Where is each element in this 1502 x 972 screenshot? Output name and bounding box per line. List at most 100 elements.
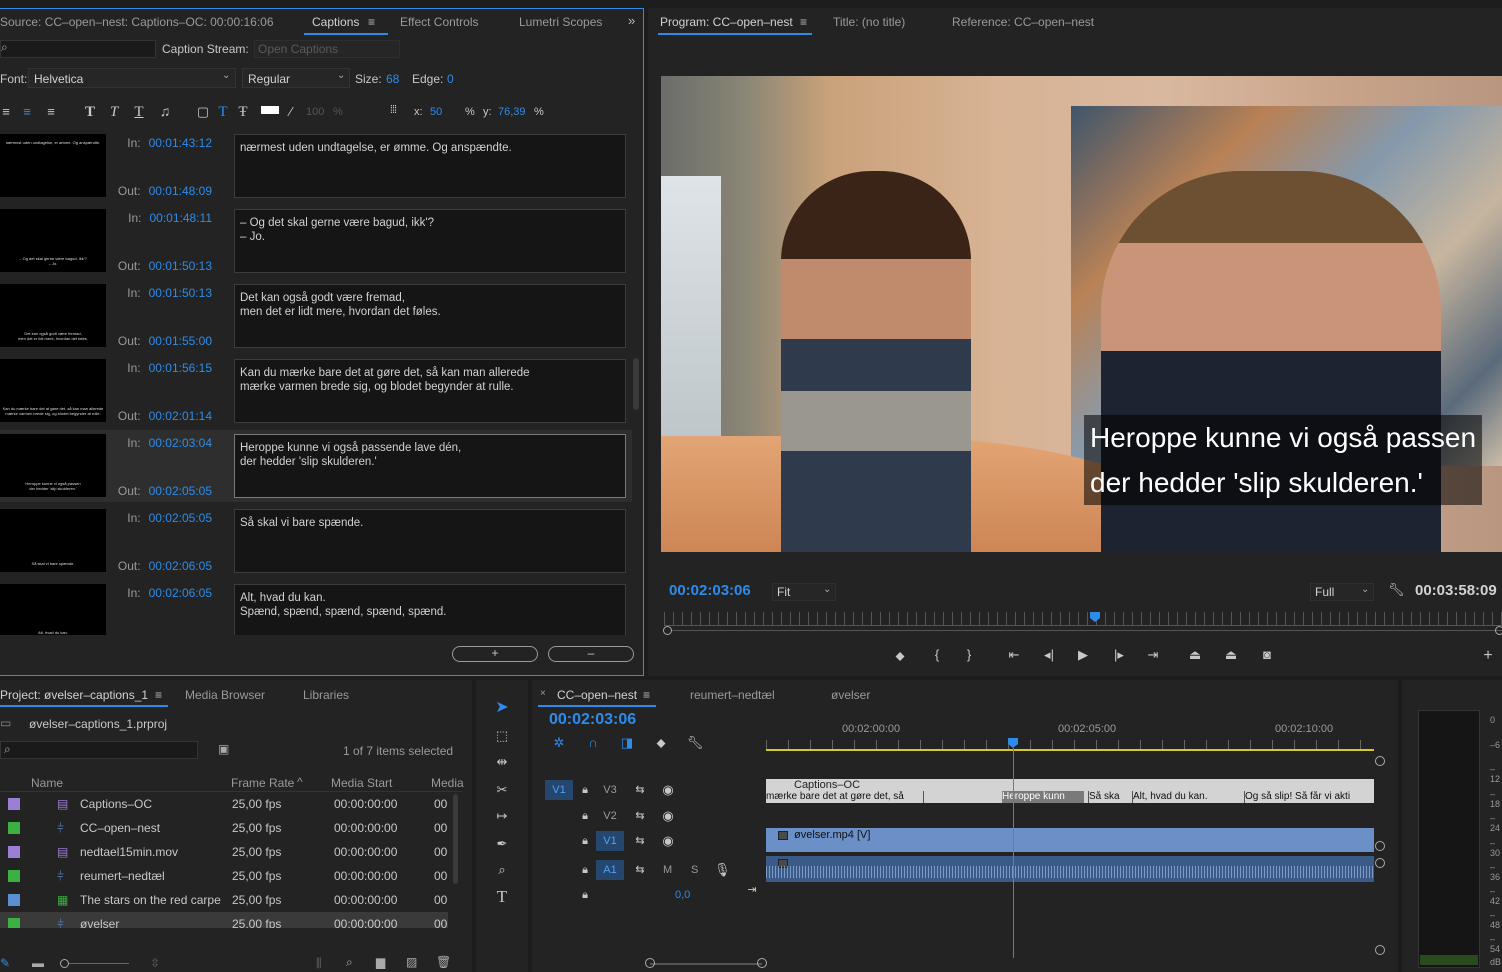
caption-segment[interactable]: Så ska bbox=[1088, 791, 1130, 803]
lock-icon[interactable]: 🔒︎ bbox=[578, 808, 592, 824]
position-grid-icon[interactable]: ⁞⁞⁞ bbox=[383, 102, 403, 118]
caption-text-field[interactable]: – Og det skal gerne være bagud, ikk'? – … bbox=[234, 209, 626, 273]
lock-icon[interactable]: 🔒︎ bbox=[578, 862, 592, 878]
tab-libraries[interactable]: Libraries bbox=[303, 688, 349, 702]
zoom-slider[interactable] bbox=[69, 963, 129, 964]
mark-in-icon[interactable]: { bbox=[926, 647, 948, 662]
label-color-swatch[interactable] bbox=[8, 822, 20, 834]
bold-icon[interactable]: T bbox=[82, 104, 98, 120]
italic-icon[interactable]: T bbox=[106, 104, 122, 120]
in-timecode[interactable]: 00:01:43:12 bbox=[149, 136, 212, 150]
monitor-ruler[interactable] bbox=[664, 612, 1502, 626]
pen-tool-icon[interactable]: ✒ bbox=[492, 836, 512, 852]
lock-icon[interactable]: 🔒︎ bbox=[578, 833, 592, 849]
eye-icon[interactable]: ◉ bbox=[660, 833, 676, 849]
new-item-icon[interactable]: ▨ bbox=[406, 955, 417, 969]
captions-menu-icon[interactable]: ≡ bbox=[368, 15, 375, 29]
horizontal-scroll-handle[interactable] bbox=[757, 958, 767, 968]
horizontal-scroll-handle[interactable] bbox=[645, 958, 655, 968]
caption-segment-selected[interactable]: Heroppe kunn bbox=[1002, 791, 1084, 803]
caption-segment[interactable]: mærke bare det at gøre det, så bbox=[766, 791, 924, 803]
opacity-value[interactable]: 100 bbox=[306, 106, 324, 118]
tab-source[interactable]: Source: CC–open–nest: Captions–OC: 00:00… bbox=[0, 15, 274, 29]
label-color-swatch[interactable] bbox=[8, 798, 20, 810]
track-select-icon[interactable]: ⬚ bbox=[492, 728, 512, 744]
in-timecode[interactable]: 00:01:56:15 bbox=[149, 361, 212, 375]
caption-text-field[interactable]: nærmest uden undtagelse, er ømme. Og ans… bbox=[234, 134, 626, 198]
caption-text-field[interactable]: Kan du mærke bare det at gøre det, så ka… bbox=[234, 359, 626, 423]
caption-row[interactable]: Det kan også godt være fremad, men det e… bbox=[0, 282, 632, 354]
caption-text-field[interactable]: Det kan også godt være fremad, men det e… bbox=[234, 284, 626, 348]
snap-icon[interactable]: ✲ bbox=[550, 735, 568, 751]
edge-value[interactable]: 0 bbox=[447, 72, 454, 86]
selection-tool-icon[interactable]: ➤ bbox=[492, 700, 512, 716]
magnet-icon[interactable]: ∩ bbox=[584, 735, 602, 751]
size-value[interactable]: 68 bbox=[386, 72, 399, 86]
caption-row[interactable]: Kan du mærke bare det at gøre det, så ka… bbox=[0, 357, 632, 429]
caption-row[interactable]: Alt, hvad du kan. In: 00:02:06:05 Alt, hv… bbox=[0, 582, 632, 635]
sync-lock-icon[interactable]: ⇆ bbox=[633, 862, 647, 878]
x-value[interactable]: 50 bbox=[430, 106, 442, 118]
zoom-start-handle[interactable] bbox=[663, 626, 672, 635]
program-timecode[interactable]: 00:02:03:06 bbox=[669, 582, 751, 599]
lock-icon[interactable]: 🔒︎ bbox=[578, 887, 592, 903]
y-value[interactable]: 76,39 bbox=[498, 106, 526, 118]
horizontal-scroll-bar[interactable] bbox=[650, 963, 762, 965]
list-view-icon[interactable]: ▬ bbox=[32, 956, 44, 970]
out-timecode[interactable]: 00:01:48:09 bbox=[149, 184, 212, 198]
lift-icon[interactable]: ⏏ bbox=[1184, 647, 1206, 663]
ripple-edit-icon[interactable]: ⇹ bbox=[492, 754, 512, 770]
project-search-input[interactable] bbox=[0, 741, 198, 759]
timeline-ruler[interactable] bbox=[766, 740, 1374, 751]
zoom-bar[interactable] bbox=[672, 630, 1502, 631]
label-color-swatch[interactable] bbox=[8, 918, 20, 928]
tab-sequence-reumert[interactable]: reumert–nedtæl bbox=[690, 688, 775, 702]
out-timecode[interactable]: 00:02:05:05 bbox=[149, 484, 212, 498]
camera-icon[interactable]: ◙ bbox=[1256, 647, 1278, 662]
label-color-swatch[interactable] bbox=[8, 870, 20, 882]
in-timecode[interactable]: 00:02:03:04 bbox=[149, 436, 212, 450]
new-bin-icon[interactable]: ▣ bbox=[218, 742, 229, 756]
caption-text-field[interactable]: Så skal vi bare spænde. bbox=[234, 509, 626, 573]
zoom-end-handle[interactable] bbox=[1495, 626, 1502, 635]
background-box-icon[interactable]: ▢ bbox=[195, 104, 211, 120]
new-bin-icon[interactable]: ▆ bbox=[376, 955, 385, 969]
mute-button[interactable]: M bbox=[663, 864, 672, 876]
automate-icon[interactable]: ⫼ bbox=[316, 956, 322, 971]
caption-segment[interactable]: Og så slip! Så får vi akti bbox=[1244, 791, 1374, 803]
eye-icon[interactable]: ◉ bbox=[660, 808, 676, 824]
timeline-timecode[interactable]: 00:02:03:06 bbox=[549, 711, 636, 729]
video-clip[interactable]: øvelser.mp4 [V] bbox=[766, 828, 1374, 852]
sort-icon[interactable]: ⇳ bbox=[150, 956, 160, 970]
in-timecode[interactable]: 00:01:50:13 bbox=[149, 286, 212, 300]
in-timecode[interactable]: 00:02:06:05 bbox=[149, 586, 212, 600]
text-outline-icon[interactable]: Ŧ bbox=[235, 104, 251, 120]
tab-media-browser[interactable]: Media Browser bbox=[185, 688, 265, 702]
out-timecode[interactable]: 00:02:06:05 bbox=[149, 559, 212, 573]
caption-row[interactable]: Så skal vi bare spænde. In: 00:02:05:05 O… bbox=[0, 507, 632, 579]
project-item[interactable]: ▦ The stars on the red carpe 25,00 fps 0… bbox=[0, 888, 448, 912]
go-to-out-icon[interactable]: ⇥ bbox=[1142, 647, 1164, 663]
audio-clip[interactable] bbox=[766, 856, 1374, 882]
slip-tool-icon[interactable]: ↦ bbox=[492, 808, 512, 824]
step-forward-icon[interactable]: |▸ bbox=[1108, 647, 1130, 663]
timeline-menu-icon[interactable]: ≡ bbox=[643, 688, 650, 702]
col-frame-rate[interactable]: Frame Rate bbox=[231, 776, 294, 790]
track-label-a1[interactable]: A1 bbox=[596, 860, 624, 880]
tab-effect-controls[interactable]: Effect Controls bbox=[400, 15, 478, 29]
program-menu-icon[interactable]: ≡ bbox=[800, 15, 807, 29]
align-left-icon[interactable]: ≡ bbox=[0, 104, 12, 120]
track-label-v1[interactable]: V1 bbox=[596, 831, 624, 851]
project-item[interactable]: ⫩ CC–open–nest 25,00 fps 00:00:00:00 00 bbox=[0, 816, 448, 840]
wrench-icon[interactable]: 🔧︎ bbox=[1388, 582, 1405, 598]
project-item-selected[interactable]: ⫩ øvelser 25,00 fps 00:00:00:00 00 bbox=[0, 912, 448, 928]
col-name[interactable]: Name bbox=[31, 776, 63, 790]
caption-search-input[interactable] bbox=[0, 40, 156, 58]
project-item[interactable]: ⫩ reumert–nedtæl 25,00 fps 00:00:00:00 0… bbox=[0, 864, 448, 888]
tab-program[interactable]: Program: CC–open–nest bbox=[660, 15, 793, 29]
play-icon[interactable]: ▶ bbox=[1072, 647, 1094, 663]
project-menu-icon[interactable]: ≡ bbox=[155, 688, 162, 702]
project-scrollbar[interactable] bbox=[453, 794, 458, 884]
track-label-v3[interactable]: V3 bbox=[596, 780, 624, 800]
project-item[interactable]: ▤ nedtael15min.mov 25,00 fps 00:00:00:00… bbox=[0, 840, 448, 864]
